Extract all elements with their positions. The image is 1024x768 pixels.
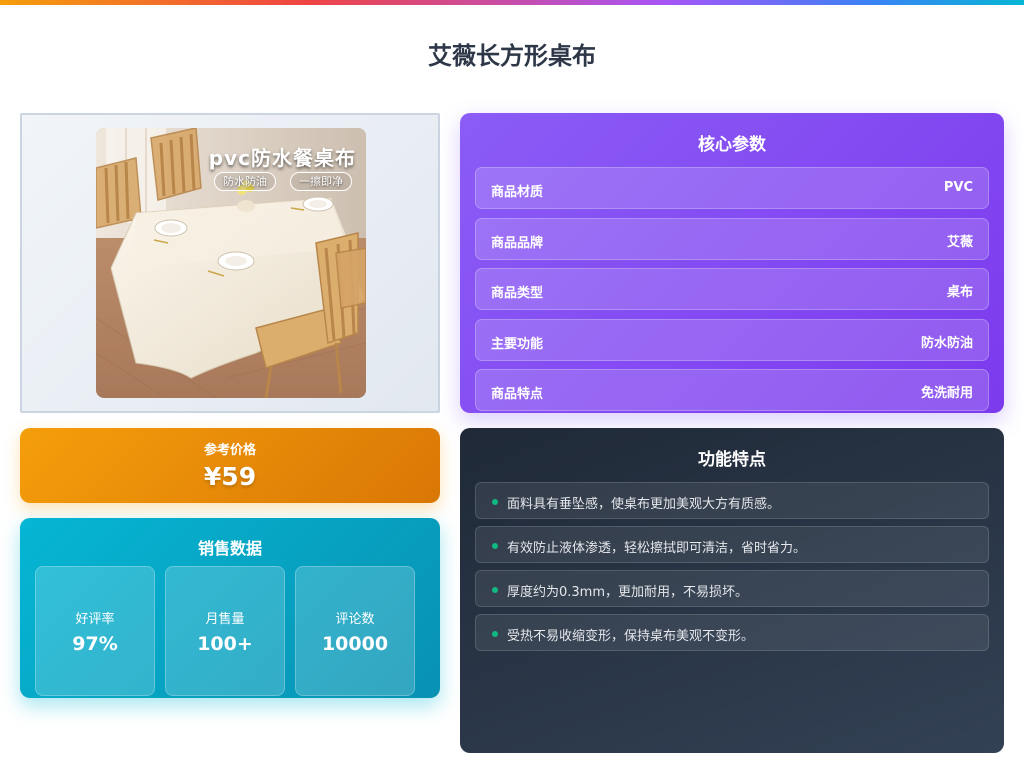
spec-label: 商品品牌 (491, 236, 544, 251)
feature-item: 厚度约为0.3mm，更加耐用，不易损坏。 (475, 570, 989, 607)
spec-label: 主要功能 (491, 337, 544, 352)
features-card: 功能特点 面料具有垂坠感，使桌布更加美观大方有质感。 有效防止液体渗透，轻松擦拭… (460, 428, 1004, 753)
core-specs-title: 核心参数 (698, 135, 766, 155)
feature-item: 面料具有垂坠感，使桌布更加美观大方有质感。 (475, 482, 989, 519)
page-title: 艾薇长方形桌布 (428, 42, 596, 70)
price-card: 参考价格 ¥59 (20, 428, 440, 503)
product-image-overlay-title: pvc防水餐桌布 (208, 146, 356, 170)
spec-row-material: 商品材质 PVC (475, 167, 989, 209)
feature-item: 有效防止液体渗透，轻松擦拭即可清洁，省时省力。 (475, 526, 989, 563)
price-value: ¥59 (203, 462, 257, 491)
spec-row-brand: 商品品牌 艾薇 (475, 218, 989, 260)
spec-label: 商品特点 (491, 387, 544, 402)
bullet-dot-icon (492, 631, 498, 637)
product-image-panel: pvc防水餐桌布 防水防油 一擦即净 (20, 113, 440, 413)
product-image[interactable]: pvc防水餐桌布 防水防油 一擦即净 (96, 128, 366, 398)
features-title: 功能特点 (698, 450, 766, 470)
spec-value: 桌布 (946, 285, 973, 300)
stat-value: 100+ (197, 633, 253, 655)
stat-reviews: 评论数 10000 (295, 566, 415, 696)
feature-text: 厚度约为0.3mm，更加耐用，不易损坏。 (507, 585, 749, 600)
price-label: 参考价格 (203, 443, 256, 458)
stat-monthly-sales: 月售量 100+ (165, 566, 285, 696)
spec-row-function: 主要功能 防水防油 (475, 319, 989, 361)
stat-value: 97% (72, 633, 118, 655)
feature-text: 受热不易收缩变形，保持桌布美观不变形。 (507, 629, 755, 644)
core-specs-card: 核心参数 商品材质 PVC 商品品牌 艾薇 商品类型 桌布 主要功能 防水防油 … (460, 113, 1004, 413)
bullet-dot-icon (492, 587, 498, 593)
feature-item: 受热不易收缩变形，保持桌布美观不变形。 (475, 614, 989, 651)
sales-data-title: 销售数据 (197, 539, 262, 558)
product-image-tag: 一擦即净 (290, 172, 352, 191)
top-accent-bar (0, 0, 1024, 5)
stat-value: 10000 (321, 633, 389, 655)
stat-label: 月售量 (205, 612, 245, 627)
spec-row-type: 商品类型 桌布 (475, 268, 989, 310)
feature-text: 面料具有垂坠感，使桌布更加美观大方有质感。 (507, 497, 781, 512)
spec-value: 免洗耐用 (920, 386, 973, 401)
spec-label: 商品类型 (491, 286, 544, 301)
spec-label: 商品材质 (491, 185, 544, 200)
bullet-dot-icon (492, 499, 498, 505)
spec-value: PVC (943, 180, 973, 195)
spec-value: 防水防油 (920, 336, 973, 351)
bullet-dot-icon (492, 543, 498, 549)
stat-label: 好评率 (75, 612, 115, 627)
stat-label: 评论数 (335, 612, 375, 627)
sales-data-card: 销售数据 好评率 97% 月售量 100+ 评论数 10000 (20, 518, 440, 698)
stat-rating: 好评率 97% (35, 566, 155, 696)
product-image-tag: 防水防油 (214, 172, 276, 191)
spec-row-feature: 商品特点 免洗耐用 (475, 369, 989, 411)
feature-text: 有效防止液体渗透，轻松擦拭即可清洁，省时省力。 (507, 541, 807, 556)
spec-value: 艾薇 (946, 235, 973, 250)
